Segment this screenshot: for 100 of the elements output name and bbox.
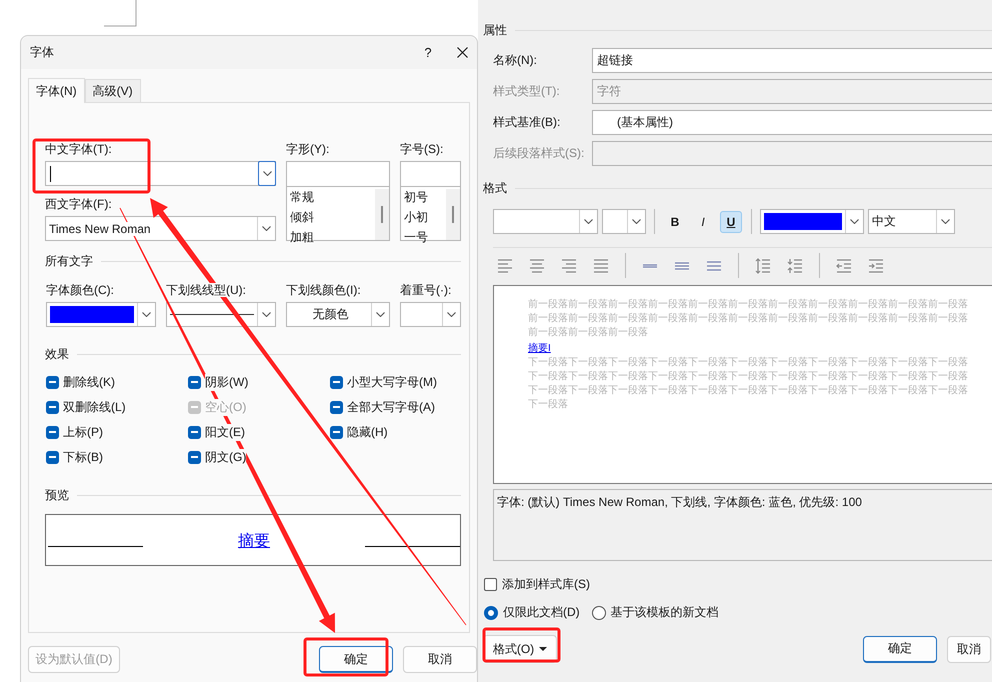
group-heading: 所有文字 (45, 253, 93, 270)
window-title: 字体 (30, 44, 55, 61)
input-field[interactable]: 超链接 (592, 48, 992, 73)
checkbox-label: 删除线(K) (63, 374, 115, 390)
field-label: 中文字体(T): (45, 141, 113, 158)
checkbox-label: 小型大写字母(M) (347, 374, 437, 390)
list-box[interactable]: 常规 倾斜 加粗 (286, 186, 390, 241)
group-heading: 属性 (483, 22, 507, 39)
indent-decrease-icon[interactable] (836, 258, 852, 274)
chevron-down-icon (632, 219, 641, 224)
tab[interactable]: 字体(N) (28, 78, 85, 103)
scrollbar-thumb[interactable] (375, 189, 389, 240)
toggle-button[interactable]: B (664, 210, 686, 232)
chevron-down-icon (376, 312, 385, 317)
checkbox[interactable] (46, 376, 59, 388)
chevron-down-icon (262, 312, 271, 317)
chevron-down-icon (142, 312, 151, 317)
checkbox-label: 双删除线(L) (63, 398, 126, 416)
language-combo[interactable]: 中文 (868, 209, 955, 234)
input-field[interactable] (400, 161, 461, 186)
chevron-down-icon (584, 219, 593, 224)
field-label: 着重号(·): (400, 282, 452, 299)
field-label: 下划线线型(U): (166, 283, 246, 297)
field-label: 西文字体(F): (45, 196, 113, 213)
input-field[interactable]: (基本属性) (592, 110, 992, 135)
input-field[interactable] (286, 161, 390, 186)
emphasis-combo[interactable] (400, 302, 461, 327)
field-label: 样式基准(B): (493, 114, 562, 131)
align-left-icon[interactable] (497, 258, 513, 274)
checkbox[interactable] (330, 400, 343, 414)
font-combo[interactable]: Times New Roman (45, 216, 276, 241)
preview-sample: 摘要 (238, 533, 270, 550)
page-corner-mark (104, 0, 136, 26)
radio-label: 仅限此文档(D) (503, 604, 580, 621)
color-combo[interactable] (760, 209, 864, 234)
line-style-combo[interactable] (166, 302, 276, 327)
font-combo[interactable] (45, 161, 276, 186)
color-combo[interactable] (46, 302, 156, 327)
checkbox-label: 隐藏(H) (347, 424, 388, 440)
checkbox[interactable] (330, 426, 343, 438)
field-label: 后续段落样式(S): (493, 145, 586, 162)
justify-icon[interactable] (593, 258, 609, 274)
dialog-button[interactable]: 取消 (947, 636, 991, 662)
checkbox[interactable] (188, 450, 201, 464)
checkbox-label: 全部大写字母(A) (347, 398, 435, 416)
chevron-down-icon (850, 219, 859, 224)
chevron-down-icon (941, 219, 950, 224)
preview-text: 前一段落前一段落前一段落前一段落前一段落前一段落前一段落前一段落前一段落前一段落前一段落前一段落前一段落前一段落前一段落前一段落前一段落前一段落前一段落前一段落前一段落前一段落前一段落前一段落前一段落 (528, 298, 969, 340)
spacing-increase-icon[interactable] (755, 258, 771, 274)
style-description: 字体: (默认) Times New Roman, 下划线, 字体颜色: 蓝色, 优先级: 100 (493, 489, 992, 561)
chevron-down-icon (262, 226, 271, 231)
close-icon[interactable] (457, 47, 468, 58)
radio-button[interactable] (592, 606, 606, 620)
checkbox-label: 空心(O) (205, 398, 246, 416)
toggle-button[interactable]: U (720, 210, 742, 232)
field-label: 样式类型(T): (493, 83, 561, 100)
caret-icon (539, 647, 548, 651)
checkbox-label: 下标(B) (63, 448, 103, 466)
group-heading: 预览 (45, 487, 69, 504)
checkbox[interactable] (484, 578, 497, 591)
input-field[interactable] (592, 141, 992, 166)
checkbox-label: 添加到样式库(S) (502, 576, 590, 593)
chevron-down-icon (262, 171, 272, 176)
checkbox[interactable] (46, 426, 59, 438)
tab[interactable]: 高级(V) (84, 79, 141, 102)
size-combo[interactable] (602, 209, 646, 234)
checkbox[interactable] (330, 376, 343, 388)
checkbox[interactable] (46, 450, 59, 464)
chevron-down-icon (447, 312, 456, 317)
preview-sample: 摘要I (528, 342, 551, 356)
checkbox-label: 上标(P) (63, 424, 103, 440)
checkbox-label: 阴影(W) (205, 374, 248, 390)
checkbox[interactable] (46, 400, 59, 414)
field-label: 下划线颜色(I): (286, 282, 362, 299)
checkbox-label: 阴文(G) (205, 448, 246, 466)
field-label: 字形(Y): (286, 141, 330, 158)
dialog-button[interactable]: 确定 (863, 636, 937, 662)
spacing-decrease-icon[interactable] (787, 258, 803, 274)
align-right-icon[interactable] (561, 258, 577, 274)
field-label: 字体颜色(C): (46, 282, 115, 299)
field-label: 字号(S): (400, 141, 444, 158)
color-combo[interactable]: 无颜色 (286, 302, 390, 327)
radio-label: 基于该模板的新文档 (610, 604, 719, 621)
list-box[interactable]: 初号 小初 一号 (400, 186, 461, 241)
toggle-button[interactable]: I (692, 210, 714, 232)
checkbox[interactable] (188, 376, 201, 388)
scrollbar-thumb[interactable] (446, 189, 460, 240)
align-center-icon[interactable] (529, 258, 545, 274)
group-heading: 效果 (45, 346, 69, 363)
field-label: 名称(N): (493, 52, 538, 69)
indent-increase-icon[interactable] (868, 258, 884, 274)
dialog-button[interactable]: 确定 (319, 646, 393, 673)
checkbox-label: 阳文(E) (205, 424, 245, 440)
dialog-button[interactable]: 取消 (403, 646, 477, 673)
radio-button[interactable] (484, 606, 498, 620)
help-button[interactable]: ? (413, 45, 443, 60)
checkbox[interactable] (188, 426, 201, 438)
font-combo[interactable] (493, 209, 598, 234)
group-heading: 格式 (483, 180, 507, 197)
preview-text: 下一段落下一段落下一段落下一段落下一段落下一段落下一段落下一段落下一段落下一段落下一段落下一段落下一段落下一段落下一段落下一段落下一段落下一段落下一段落下一段落下一段落下一段落下一段落下一段落下一段落下一段落下一段落下一段落下一段落下一段落下一段落下一段落下一段落下一段落 (528, 356, 969, 412)
